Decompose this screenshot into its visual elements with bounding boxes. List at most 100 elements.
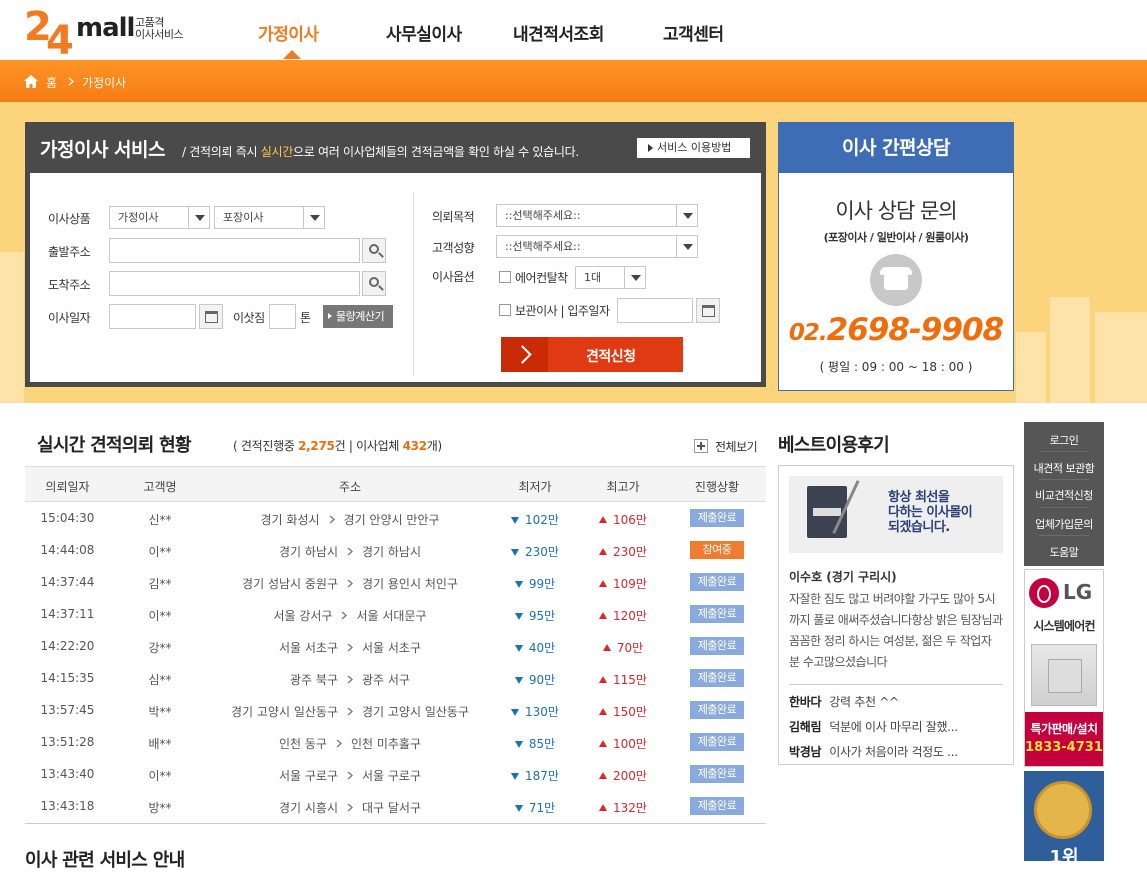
volume-calculator-button[interactable]: 물량계산기 xyxy=(323,305,393,328)
view-all-link[interactable]: 전체보기 xyxy=(694,438,758,455)
row-address: 서울 구로구 서울 구로구 xyxy=(278,769,422,783)
status-badge: 제출완료 xyxy=(690,765,744,783)
row-time: 14:44:08 xyxy=(40,543,95,557)
quick-help[interactable]: 도움말 xyxy=(1024,544,1104,560)
row-max-price: 230만 xyxy=(593,543,653,560)
row-max-price: 115만 xyxy=(593,671,653,688)
lg-promo: 특가판매/설치 1833-4731 xyxy=(1025,712,1103,766)
review-divider xyxy=(789,684,1003,685)
chevron-right-icon xyxy=(347,579,353,588)
label-customer-type: 고객성향 xyxy=(432,241,475,255)
package-select[interactable]: 포장이사 xyxy=(214,206,325,229)
product-select[interactable]: 가정이사 xyxy=(109,206,210,229)
destination-input[interactable] xyxy=(109,271,360,296)
howto-button[interactable]: 서비스 이용방법 xyxy=(637,138,750,158)
row-customer: 이** xyxy=(148,545,172,559)
aircon-unit-image xyxy=(1031,644,1097,706)
move-in-calendar-button[interactable] xyxy=(696,298,720,323)
service-form: 이사상품 가정이사 포장이사 출발주소 도착주소 이사일자 이삿짐 톤 물량계산… xyxy=(30,173,761,382)
realtime-title: 실시간 견적의뢰 현황 xyxy=(37,435,192,456)
row-min-price: 95만 xyxy=(505,607,565,624)
chevron-right-icon xyxy=(329,515,335,524)
label-origin: 출발주소 xyxy=(48,245,91,259)
table-row[interactable]: 14:22:20 강** 서울 서초구 서울 서초구 40만 70만 제출완료 xyxy=(25,630,766,662)
lg-aircon-ad[interactable]: LG 시스템에어컨 특가판매/설치 1833-4731 xyxy=(1024,569,1104,767)
row-address: 경기 고양시 일산동구 경기 고양시 일산동구 xyxy=(231,705,469,719)
table-row[interactable]: 15:04:30 신** 경기 화성시 경기 안양시 만안구 102만 106만 제출완료 xyxy=(25,502,766,534)
review-item[interactable]: 한바다 강력 추천 ^^ xyxy=(789,693,899,710)
calendar-icon xyxy=(205,311,218,323)
quick-login[interactable]: 로그인 xyxy=(1024,432,1104,448)
label-destination: 도착주소 xyxy=(48,278,91,292)
table-row[interactable]: 13:57:45 박** 경기 고양시 일산동구 경기 고양시 일산동구 130만 150… xyxy=(25,694,766,726)
row-time: 14:22:20 xyxy=(40,639,95,653)
load-ton-input[interactable] xyxy=(269,304,296,329)
review-item[interactable]: 김해림 덕분에 이사 마무리 잘했... xyxy=(789,718,958,735)
calendar-icon xyxy=(702,305,715,317)
nav-customer-center[interactable]: 고객센터 xyxy=(663,20,724,45)
origin-input[interactable] xyxy=(109,238,360,263)
breadcrumb-home[interactable]: 홈 xyxy=(46,74,57,91)
status-badge: 참여중 xyxy=(690,541,744,559)
chevron-right-icon xyxy=(347,771,353,780)
row-address: 광주 북구 광주 서구 xyxy=(290,673,410,687)
consult-panel: 이사 간편상담 이사 상담 문의 (포장이사 / 일반이사 / 원룸이사) 02… xyxy=(778,122,1014,391)
medal-text: 1위 xyxy=(1049,847,1079,868)
row-customer: 신** xyxy=(148,513,172,527)
building-deco xyxy=(0,252,24,403)
consult-types: (포장이사 / 일반이사 / 원룸이사) xyxy=(823,231,969,244)
table-row[interactable]: 13:43:40 이** 서울 구로구 서울 구로구 187만 200만 제출완료 xyxy=(25,758,766,790)
breadcrumb-current: 가정이사 xyxy=(82,76,127,90)
row-address: 경기 하남시 경기 하남시 xyxy=(278,545,422,559)
chevron-down-icon xyxy=(303,207,324,228)
chevron-down-icon xyxy=(676,205,697,226)
date-calendar-button[interactable] xyxy=(199,304,223,329)
table-header: 의뢰일자 고객명 주소 최저가 최고가 진행상황 xyxy=(25,466,766,502)
date-input[interactable] xyxy=(109,304,196,329)
home-icon[interactable] xyxy=(24,75,38,88)
quick-menu: 로그인 내견적 보관함 비교견적신청 업체가입문의 도움말 xyxy=(1024,422,1104,566)
row-time: 15:04:30 xyxy=(40,511,95,525)
table-row[interactable]: 14:37:44 김** 경기 성남시 중원구 경기 용인시 처인구 99만 109만 제출… xyxy=(25,566,766,598)
chevron-down-icon xyxy=(624,267,645,288)
table-row[interactable]: 14:15:35 심** 광주 북구 광주 서구 90만 115만 제출완료 xyxy=(25,662,766,694)
origin-search-button[interactable] xyxy=(362,238,386,263)
quick-compare-request[interactable]: 비교견적신청 xyxy=(1024,487,1104,503)
nav-home-moving[interactable]: 가정이사 xyxy=(258,20,319,45)
aircon-checkbox[interactable] xyxy=(499,271,511,283)
quick-partner-inquiry[interactable]: 업체가입문의 xyxy=(1024,516,1104,532)
row-max-price: 100만 xyxy=(593,735,653,752)
table-row[interactable]: 14:37:11 이** 서울 강서구 서울 서대문구 95만 120만 제출완료 xyxy=(25,598,766,630)
medal-icon xyxy=(1034,781,1092,839)
active-nav-indicator xyxy=(283,50,301,59)
divider xyxy=(1039,507,1089,508)
destination-search-button[interactable] xyxy=(362,271,386,296)
status-badge: 제출완료 xyxy=(690,605,744,623)
row-address: 경기 성남시 중원구 경기 용인시 처인구 xyxy=(242,577,458,591)
status-badge: 제출완료 xyxy=(690,733,744,751)
row-address: 서울 강서구 서울 서대문구 xyxy=(273,609,427,623)
move-in-date-input[interactable] xyxy=(617,298,693,323)
aircon-count-select[interactable]: 1대 xyxy=(575,266,646,289)
consult-header: 이사 간편상담 xyxy=(779,123,1013,173)
arrow-right-icon xyxy=(501,337,548,372)
table-row[interactable]: 14:44:08 이** 경기 하남시 경기 하남시 230만 230만 참여중 xyxy=(25,534,766,566)
service-form-title: 가정이사 서비스 xyxy=(40,139,165,161)
nav-my-estimates[interactable]: 내견적서조회 xyxy=(513,20,604,45)
customer-type-select[interactable]: ::선택해주세요:: xyxy=(496,235,698,258)
review-item[interactable]: 박경남 이사가 처음이라 걱정도 ... xyxy=(789,743,958,760)
logo-text[interactable]: mall xyxy=(76,13,135,43)
featured-review-author[interactable]: 이수호 (경기 구리시) xyxy=(789,568,897,585)
table-row[interactable]: 13:51:28 배** 인천 동구 인천 미추홀구 85만 100만 제출완료 xyxy=(25,726,766,758)
quick-my-estimates[interactable]: 내견적 보관함 xyxy=(1024,460,1104,476)
submit-estimate-button[interactable]: 견적신청 xyxy=(501,337,683,372)
medal-ad[interactable]: 1위 xyxy=(1024,771,1104,868)
purpose-select[interactable]: ::선택해주세요:: xyxy=(496,204,698,227)
table-row[interactable]: 13:43:18 방** 경기 시흥시 대구 달서구 71만 132만 제출완료 xyxy=(25,790,766,822)
nav-office-moving[interactable]: 사무실이사 xyxy=(386,20,462,45)
logo-24-icon[interactable]: 2 4 xyxy=(24,4,76,54)
consult-phone[interactable]: 02.2698-9908 xyxy=(779,312,1013,348)
featured-review-body[interactable]: 자잘한 짐도 많고 버려야할 가구도 많아 5시까지 풀로 애써주셨습니다항상 … xyxy=(789,589,1004,673)
storage-checkbox[interactable] xyxy=(499,304,511,316)
lg-logo-icon xyxy=(1029,578,1059,608)
